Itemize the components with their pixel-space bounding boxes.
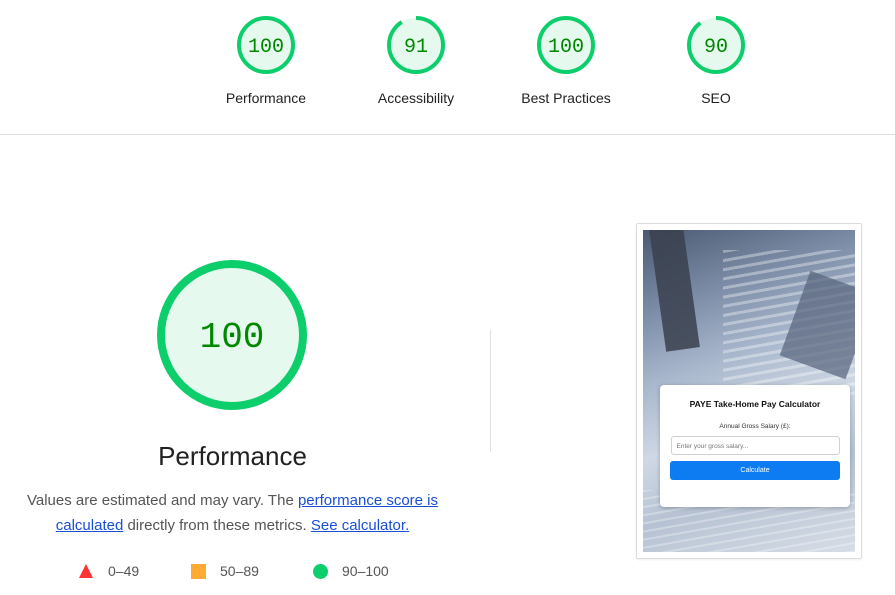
legend-pass: 90–100 xyxy=(313,563,389,579)
gauge-accessibility[interactable]: 91 Accessibility xyxy=(361,14,471,106)
performance-title: Performance xyxy=(158,441,307,471)
gauge-score: 91 xyxy=(404,36,428,59)
legend-range: 50–89 xyxy=(220,563,259,579)
performance-gauge-large: 100 xyxy=(157,260,307,410)
final-screenshot[interactable]: PAYE Take-Home Pay Calculator Annual Gro… xyxy=(636,223,862,559)
salary-input[interactable]: Enter your gross salary... xyxy=(670,436,840,455)
calculate-button[interactable]: Calculate xyxy=(670,461,840,480)
gauge-score: 100 xyxy=(548,36,584,59)
see-calculator-link[interactable]: See calculator. xyxy=(311,517,409,534)
gauge-label: SEO xyxy=(701,90,731,106)
gauge-seo[interactable]: 90 SEO xyxy=(661,14,771,106)
screenshot-background-image: PAYE Take-Home Pay Calculator Annual Gro… xyxy=(643,230,855,552)
gauge-ring: 91 xyxy=(387,16,445,74)
salary-label: Annual Gross Salary (£): xyxy=(719,423,791,430)
triangle-icon xyxy=(79,564,93,578)
legend-range: 90–100 xyxy=(342,563,389,579)
performance-description: Values are estimated and may vary. The p… xyxy=(20,488,445,538)
desc-text: directly from these metrics. xyxy=(123,517,311,534)
gauge-label: Best Practices xyxy=(521,90,611,106)
score-legend: 0–49 50–89 90–100 xyxy=(0,563,465,585)
gauge-ring: 100 xyxy=(537,16,595,74)
square-icon xyxy=(191,563,206,579)
gauge-label: Accessibility xyxy=(377,90,455,106)
gauge-ring: 90 xyxy=(687,16,745,74)
divider xyxy=(490,330,491,452)
gauge-score: 90 xyxy=(704,36,728,59)
gauge-performance[interactable]: 100 Performance xyxy=(211,14,321,106)
legend-fail: 0–49 xyxy=(78,563,139,579)
calculator-card: PAYE Take-Home Pay Calculator Annual Gro… xyxy=(660,385,850,507)
legend-average: 50–89 xyxy=(191,563,259,579)
gauge-best-practices[interactable]: 100 Best Practices xyxy=(511,14,621,106)
background-shape xyxy=(648,230,700,352)
gauge-label: Performance xyxy=(225,90,307,106)
category-header: 100 Performance 91 Accessibility 100 Bes… xyxy=(0,0,895,135)
gauge-ring: 100 xyxy=(237,16,295,74)
desc-text: Values are estimated and may vary. The xyxy=(26,492,298,509)
performance-score: 100 xyxy=(200,317,265,358)
circle-icon xyxy=(313,563,328,579)
gauge-score: 100 xyxy=(248,36,284,59)
calculator-title: PAYE Take-Home Pay Calculator xyxy=(689,399,821,409)
legend-range: 0–49 xyxy=(108,563,140,579)
